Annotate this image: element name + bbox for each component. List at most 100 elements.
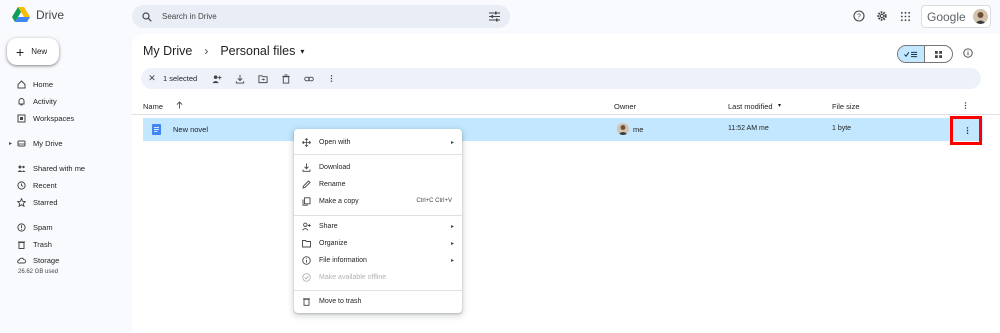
context-menu: Open with ▸ Download Rename Make a copy … bbox=[294, 129, 462, 313]
sidebar-item-shared-with-me[interactable]: Shared with me bbox=[0, 161, 128, 175]
plus-icon: + bbox=[16, 43, 25, 60]
menu-item-make-available-offline: Make available offline bbox=[294, 269, 462, 285]
storage-used-text: 26.62 GB used bbox=[18, 269, 59, 275]
menu-item-organize[interactable]: Organize ▸ bbox=[294, 235, 462, 251]
menu-item-move-to-trash[interactable]: Move to trash bbox=[294, 293, 462, 309]
menu-divider bbox=[294, 290, 462, 291]
menu-item-label: Open with bbox=[319, 138, 351, 146]
caret-down-icon[interactable]: ▾ bbox=[300, 47, 304, 56]
more-vertical-icon[interactable] bbox=[964, 101, 967, 112]
google-brand: Google bbox=[927, 10, 966, 24]
more-vertical-icon[interactable] bbox=[326, 73, 337, 84]
sidebar-item-trash[interactable]: Trash bbox=[0, 237, 128, 251]
check-list-icon bbox=[904, 51, 918, 57]
menu-item-download[interactable]: Download bbox=[294, 159, 462, 175]
people-icon bbox=[17, 164, 26, 173]
download-icon[interactable] bbox=[234, 73, 245, 84]
app-name: Drive bbox=[36, 8, 65, 22]
sidebar-item-starred[interactable]: Starred bbox=[0, 195, 128, 209]
column-header-file-size[interactable]: File size bbox=[832, 102, 860, 111]
menu-item-rename[interactable]: Rename bbox=[294, 176, 462, 192]
sidebar-item-label: Activity bbox=[33, 96, 57, 106]
search-input[interactable]: Search in Drive bbox=[162, 12, 217, 21]
sidebar-item-label: Spam bbox=[33, 222, 53, 232]
sidebar-item-recent[interactable]: Recent bbox=[0, 178, 128, 192]
folder-icon bbox=[302, 239, 311, 248]
column-header-name[interactable]: Name bbox=[143, 102, 163, 111]
open-with-icon bbox=[302, 137, 311, 147]
column-header-owner[interactable]: Owner bbox=[614, 102, 636, 111]
highlight-annotation-box bbox=[950, 116, 982, 145]
new-button[interactable]: + New bbox=[7, 38, 59, 65]
selection-count: 1 selected bbox=[163, 74, 198, 83]
drive-logo[interactable]: Drive bbox=[12, 7, 64, 23]
breadcrumb-root[interactable]: My Drive bbox=[143, 44, 192, 58]
menu-item-label: File information bbox=[319, 256, 367, 264]
menu-divider bbox=[294, 215, 462, 216]
submenu-arrow-icon: ▸ bbox=[450, 240, 454, 247]
main-panel: My Drive › Personal files ▾ ✕ 1 selected bbox=[132, 34, 1000, 333]
menu-item-shortcut: Ctrl+C Ctrl+V bbox=[416, 198, 452, 204]
top-bar: Drive Search in Drive ? Google bbox=[0, 0, 1000, 34]
apps-grid-icon[interactable] bbox=[898, 9, 912, 23]
settings-gear-icon[interactable] bbox=[875, 9, 889, 23]
column-header-last-modified[interactable]: Last modified bbox=[728, 102, 773, 111]
grid-view-button[interactable] bbox=[925, 46, 952, 62]
home-icon bbox=[17, 79, 26, 89]
sidebar-item-my-drive[interactable]: ▸ My Drive bbox=[0, 136, 128, 150]
grid-icon bbox=[935, 50, 942, 58]
sidebar-item-home[interactable]: Home bbox=[0, 77, 128, 91]
account-switcher[interactable]: Google bbox=[921, 5, 991, 28]
sidebar-item-workspaces[interactable]: Workspaces bbox=[0, 111, 128, 125]
sidebar-item-spam[interactable]: Spam bbox=[0, 220, 128, 234]
google-docs-icon bbox=[152, 124, 161, 135]
sidebar-item-storage[interactable]: Storage bbox=[0, 253, 128, 267]
caret-down-icon[interactable]: ▾ bbox=[778, 102, 781, 109]
submenu-arrow-icon: ▸ bbox=[450, 223, 454, 230]
spam-icon bbox=[17, 222, 26, 232]
trash-icon[interactable] bbox=[280, 73, 291, 84]
share-person-add-icon bbox=[302, 222, 311, 231]
account-avatar[interactable] bbox=[973, 9, 988, 24]
menu-item-label: Move to trash bbox=[319, 297, 362, 305]
menu-item-label: Rename bbox=[319, 180, 346, 188]
link-icon[interactable] bbox=[303, 73, 314, 84]
sidebar-item-label: Starred bbox=[33, 197, 58, 207]
menu-divider bbox=[294, 154, 462, 155]
sidebar-item-activity[interactable]: Activity bbox=[0, 94, 128, 108]
offline-icon bbox=[302, 272, 311, 282]
rename-pencil-icon bbox=[302, 179, 311, 189]
help-icon[interactable]: ? bbox=[852, 9, 866, 23]
workspaces-icon bbox=[17, 114, 26, 123]
trash-icon bbox=[302, 297, 311, 306]
sidebar-item-label: My Drive bbox=[33, 138, 63, 148]
menu-item-open-with[interactable]: Open with ▸ bbox=[294, 134, 462, 150]
expand-caret-icon[interactable]: ▸ bbox=[9, 140, 12, 147]
star-icon bbox=[17, 197, 26, 207]
clear-selection-close-icon[interactable]: ✕ bbox=[147, 73, 157, 83]
breadcrumb: My Drive › Personal files ▾ bbox=[143, 44, 304, 58]
download-icon bbox=[302, 163, 311, 172]
owner-avatar bbox=[617, 123, 629, 135]
file-size: 1 byte bbox=[832, 125, 852, 132]
sidebar-item-label: Recent bbox=[33, 180, 57, 190]
sort-arrow-up-icon[interactable] bbox=[176, 101, 183, 111]
breadcrumb-current[interactable]: Personal files bbox=[220, 44, 295, 58]
share-person-add-icon[interactable] bbox=[211, 73, 222, 84]
table-row[interactable]: New novel me 11:52 AM me 1 byte bbox=[143, 118, 983, 141]
search-options-icon[interactable] bbox=[489, 11, 500, 22]
menu-item-file-information[interactable]: File information ▸ bbox=[294, 252, 462, 268]
sidebar-item-label: Trash bbox=[33, 239, 52, 249]
cloud-icon bbox=[17, 256, 26, 265]
move-folder-icon[interactable] bbox=[257, 73, 268, 84]
details-info-icon[interactable] bbox=[961, 46, 974, 59]
sidebar-item-label: Shared with me bbox=[33, 163, 86, 173]
menu-item-make-a-copy[interactable]: Make a copy Ctrl+C Ctrl+V bbox=[294, 193, 462, 209]
list-view-button[interactable] bbox=[898, 46, 926, 62]
file-last-modified: 11:52 AM me bbox=[728, 125, 769, 132]
menu-item-share[interactable]: Share ▸ bbox=[294, 218, 462, 234]
svg-text:?: ? bbox=[857, 14, 861, 21]
file-name[interactable]: New novel bbox=[173, 125, 208, 134]
search-bar[interactable]: Search in Drive bbox=[132, 5, 510, 28]
chevron-right-icon: › bbox=[204, 44, 209, 58]
